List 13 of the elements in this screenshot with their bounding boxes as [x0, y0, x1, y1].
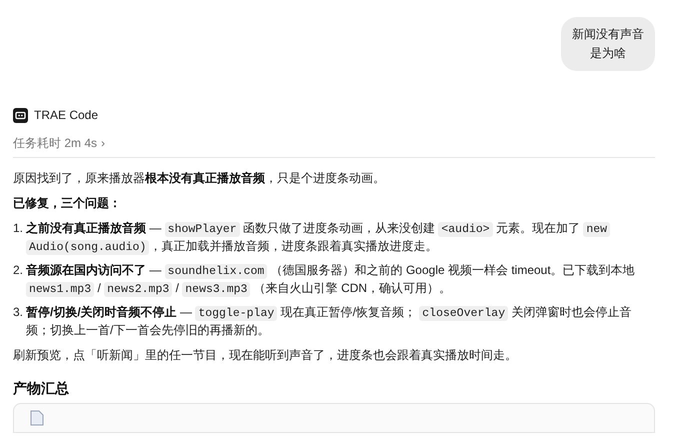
section-heading: 产物汇总: [13, 380, 70, 397]
list-item-text: 音频源在国内访问不了 — soundhelix.com （德国服务器）和之前的 Google 视频一样会 timeout。已下载到本地 news1.mp3 / news2.mp3 / news3.mp3 （来自火山引擎 CDN，确认可用）。: [26, 262, 636, 298]
agent-name: TRAE Code: [34, 108, 98, 122]
task-duration: 任务耗时 2m 4s: [13, 134, 98, 152]
message-paragraph: 刷新预览，点「听新闻」里的任一节目，现在能听到声音了，进度条也会跟着真实播放时间走。: [13, 347, 518, 364]
message-paragraph: 原因找到了，原来播放器根本没有真正播放音频，只是个进度条动画。: [13, 170, 386, 187]
message-paragraph: 已修复，三个问题：: [13, 195, 122, 212]
expand-chevron[interactable]: ›: [101, 136, 106, 150]
list-item-text: 暂停/切换/关闭时音频不停止 — toggle-play 现在真正暂停/恢复音频； closeOverlay 关闭弹窗时也会停止音频；切换上一首/下一首会先停旧的再播新的。: [26, 304, 632, 339]
user-message: 新闻没有声音是为啥: [561, 17, 655, 71]
list-number: 1.: [13, 220, 24, 237]
list-number: 2.: [13, 262, 24, 279]
list-number: 3.: [13, 304, 24, 321]
